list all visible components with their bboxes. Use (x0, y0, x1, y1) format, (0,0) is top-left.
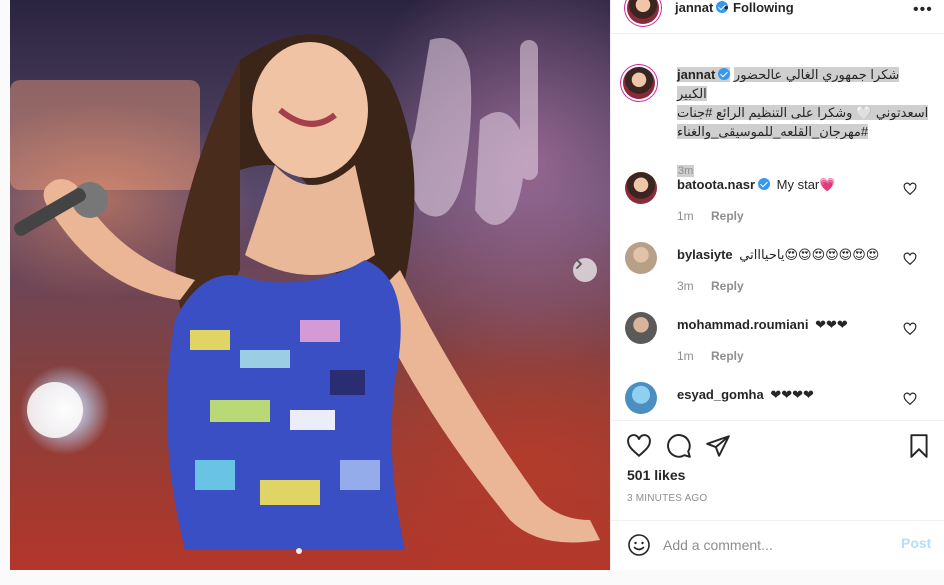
post-side-panel: jannat • Following ••• jannat شكرا جمهور… (610, 0, 944, 570)
heart-icon[interactable] (903, 182, 917, 196)
commenter-username[interactable]: bylasiyte (677, 247, 733, 262)
ellipsis-icon[interactable]: ••• (913, 1, 933, 19)
comment-meta: 1m Reply (677, 349, 744, 363)
photo-illustration (10, 34, 600, 550)
reply-button[interactable]: Reply (711, 209, 744, 223)
commenter-username[interactable]: mohammad.roumiani (677, 317, 808, 332)
comment-line: batoota.nasr My star💗 (677, 177, 835, 193)
carousel-indicator-dot (296, 548, 302, 554)
following-button[interactable]: Following (733, 0, 794, 15)
bookmark-icon[interactable] (906, 433, 932, 459)
comment-text: My star💗 (776, 177, 836, 192)
commenter-username[interactable]: batoota.nasr (677, 177, 755, 192)
comment-text: ياحياااتي😍😍😍😍😍😍😍 (739, 247, 880, 262)
caption-author-avatar[interactable] (623, 67, 655, 99)
comment-meta: 3m Reply (677, 279, 744, 293)
comment-item: mohammad.roumiani ❤❤❤ 1m Reply (625, 312, 935, 372)
comment-text: ❤❤❤❤ (770, 387, 814, 402)
caption-username[interactable]: jannat (677, 67, 731, 82)
comment-text: ❤❤❤ (815, 317, 848, 332)
caption-text: jannat شكرا جمهوري الغالي عالحضور الكبير… (677, 65, 929, 141)
caption-line-2: اسعدتوني 🤍 وشكرا على التنظيم الرائع #جنا… (677, 105, 929, 120)
comment-line: esyad_gomha ❤❤❤❤ (677, 387, 814, 403)
comment-time: 1m (677, 349, 694, 363)
post-comment-button[interactable]: Post (901, 535, 931, 551)
caption-line-3: #مهرجان_القلعه_للموسيقى_والغناء (677, 124, 869, 139)
comment-input[interactable] (663, 533, 883, 557)
carousel-next-button[interactable] (573, 258, 597, 282)
comment-item: esyad_gomha ❤❤❤❤ (625, 382, 935, 420)
reply-button[interactable]: Reply (711, 349, 744, 363)
commenter-avatar[interactable] (625, 382, 657, 414)
comment-item: bylasiyte ياحياااتي😍😍😍😍😍😍😍 3m Reply (625, 242, 935, 302)
verified-badge-icon (758, 178, 771, 190)
post-time-ago: 3 MINUTES AGO (627, 493, 708, 504)
author-avatar[interactable] (627, 0, 659, 24)
comment-item: batoota.nasr My star💗 1m Reply (625, 172, 935, 232)
add-comment-bar: Post (611, 520, 944, 570)
post-header: jannat • Following ••• (611, 0, 944, 34)
reply-button[interactable]: Reply (711, 279, 744, 293)
commenter-avatar[interactable] (625, 242, 657, 274)
verified-badge-icon (718, 68, 731, 80)
smiley-icon[interactable] (627, 533, 651, 557)
commenter-username[interactable]: esyad_gomha (677, 387, 764, 402)
post-actions: 501 likes 3 MINUTES AGO (611, 420, 944, 520)
likes-count[interactable]: 501 likes (627, 467, 685, 483)
commenter-avatar[interactable] (625, 312, 657, 344)
comment-time: 1m (677, 209, 694, 223)
header-separator: • (724, 0, 729, 15)
chevron-right-icon (576, 259, 583, 269)
comment-line: mohammad.roumiani ❤❤❤ (677, 317, 848, 333)
comment-time: 3m (677, 279, 694, 293)
author-username[interactable]: jannat (675, 0, 729, 15)
comment-meta: 1m Reply (677, 209, 744, 223)
heart-icon[interactable] (626, 433, 652, 459)
heart-icon[interactable] (903, 322, 917, 336)
post-photo[interactable] (10, 0, 610, 570)
comments-list[interactable]: jannat شكرا جمهوري الغالي عالحضور الكبير… (611, 35, 944, 420)
comment-bubble-icon[interactable] (666, 433, 692, 459)
paper-plane-icon[interactable] (705, 433, 731, 459)
heart-icon[interactable] (903, 392, 917, 406)
comment-line: bylasiyte ياحياااتي😍😍😍😍😍😍😍 (677, 247, 879, 263)
commenter-avatar[interactable] (625, 172, 657, 204)
heart-icon[interactable] (903, 252, 917, 266)
